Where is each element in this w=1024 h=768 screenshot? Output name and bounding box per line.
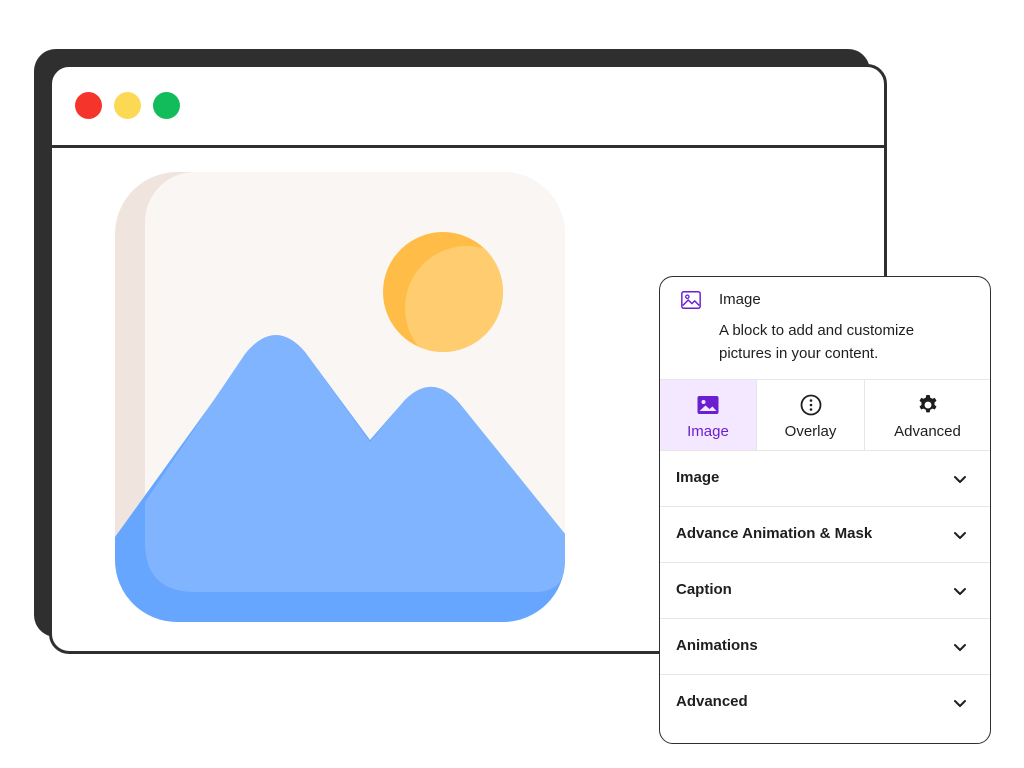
tab-image-label: Image	[687, 423, 729, 440]
block-description: A block to add and customize pictures in…	[719, 322, 915, 362]
section-advanced-label: Advanced	[676, 693, 748, 710]
section-advance-animation-mask-label: Advance Animation & Mask	[676, 525, 873, 542]
tab-overlay[interactable]: Overlay	[756, 380, 864, 450]
section-animations[interactable]: Animations	[660, 619, 990, 675]
image-landscape-icon	[115, 172, 565, 622]
info-circle-icon	[800, 394, 821, 416]
section-image-label: Image	[676, 469, 720, 486]
tab-advanced-label: Advanced	[894, 423, 961, 440]
settings-tabs: Image Overlay Advanced	[660, 380, 990, 451]
section-animations-label: Animations	[676, 637, 758, 654]
block-settings-panel: Image A block to add and customize pictu…	[659, 276, 991, 744]
gear-icon	[919, 395, 936, 413]
block-header: Image A block to add and customize pictu…	[660, 277, 990, 380]
window-titlebar	[52, 67, 884, 148]
chevron-down-icon	[954, 532, 966, 539]
chevron-down-icon	[954, 588, 966, 595]
maximize-window-button[interactable]	[153, 92, 180, 119]
section-image[interactable]: Image	[660, 451, 990, 507]
tab-advanced[interactable]: Advanced	[864, 380, 990, 450]
stage: Image A block to add and customize pictu…	[0, 0, 1024, 768]
section-caption[interactable]: Caption	[660, 563, 990, 619]
tab-overlay-label: Overlay	[784, 423, 837, 440]
chevron-down-icon	[954, 644, 966, 651]
chevron-down-icon	[954, 700, 966, 707]
image-icon	[681, 291, 701, 309]
chevron-down-icon	[954, 476, 966, 483]
close-window-button[interactable]	[75, 92, 102, 119]
block-title: Image	[719, 291, 761, 308]
minimize-window-button[interactable]	[114, 92, 141, 119]
tab-image[interactable]: Image	[660, 380, 756, 450]
image-icon	[697, 396, 719, 414]
section-caption-label: Caption	[676, 581, 732, 598]
section-advance-animation-mask[interactable]: Advance Animation & Mask	[660, 507, 990, 563]
section-advanced[interactable]: Advanced	[660, 675, 990, 731]
